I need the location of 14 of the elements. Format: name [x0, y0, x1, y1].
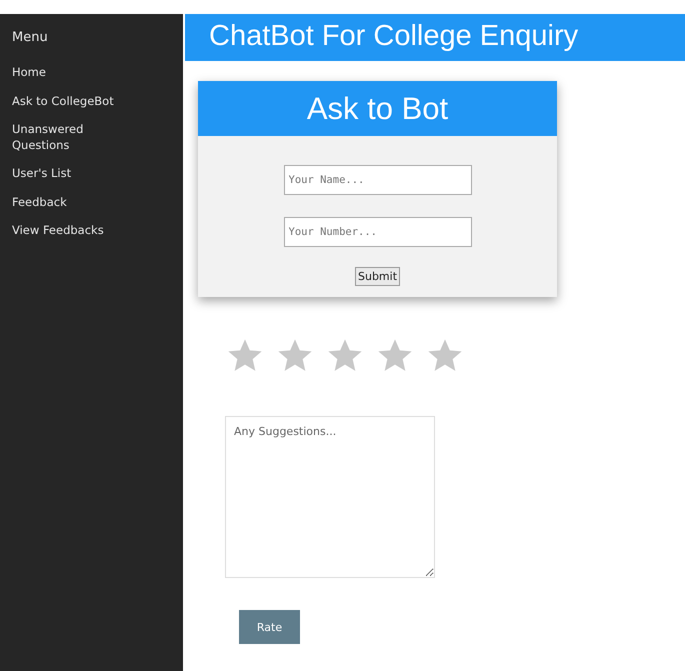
menu-title: Menu — [12, 30, 49, 45]
rate-button[interactable]: Rate — [239, 610, 300, 644]
dialog-title: Ask to Bot — [198, 81, 557, 136]
suggestions-field[interactable]: Any Suggestions... — [225, 416, 435, 578]
input-field[interactable]: Your Name... — [284, 165, 472, 195]
page-header: ChatBot For College Enquiry — [185, 14, 685, 61]
sidebar-item[interactable]: Unanswered Questions — [12, 116, 132, 160]
sidebar-item[interactable]: Home — [12, 59, 132, 88]
sidebar-item[interactable]: User's List — [12, 160, 132, 189]
sidebar-item[interactable]: Feedback — [12, 188, 132, 218]
sidebar-item[interactable]: View Feedbacks — [12, 217, 132, 246]
input-field[interactable]: Your Number... — [284, 217, 472, 247]
submit-button[interactable]: Submit — [354, 267, 400, 286]
sidebar-item[interactable]: Ask to CollegeBot — [12, 88, 132, 116]
